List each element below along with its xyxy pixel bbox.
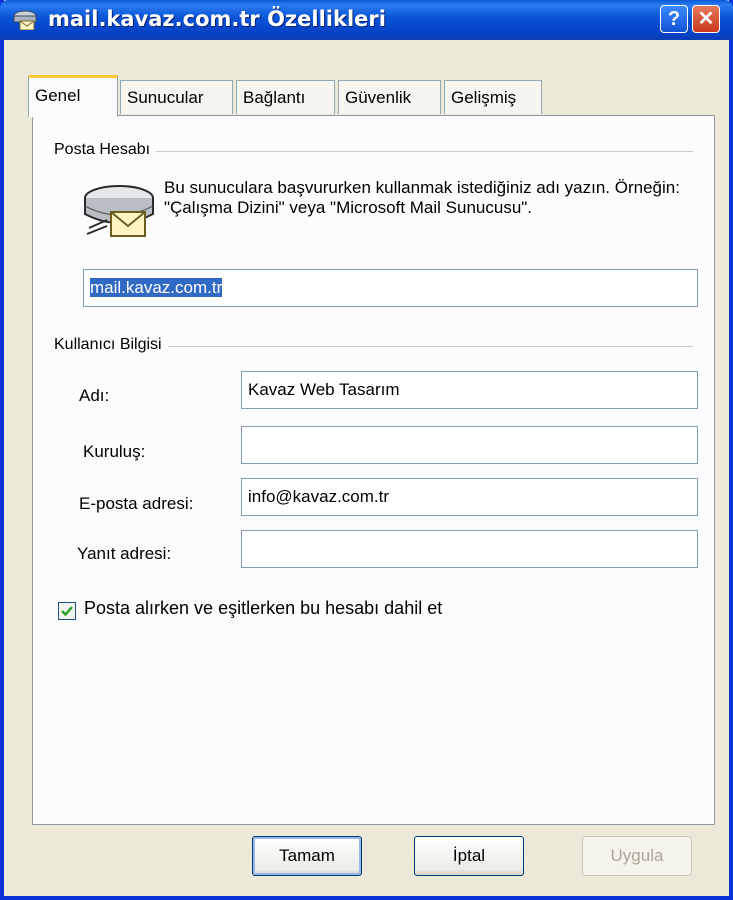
- account-description: Bu sunuculara başvururken kullanmak iste…: [164, 178, 680, 217]
- organization-label: Kuruluş:: [83, 442, 146, 461]
- cancel-button[interactable]: İptal: [414, 836, 524, 876]
- close-button[interactable]: ✕: [692, 5, 720, 33]
- tab-guvenlik[interactable]: Güvenlik: [338, 80, 441, 114]
- name-input[interactable]: Kavaz Web Tasarım: [241, 371, 698, 409]
- tab-panel-genel: Posta Hesabı Bu sunuculara başvururken k…: [32, 115, 715, 825]
- organization-input[interactable]: [241, 426, 698, 464]
- title-bar[interactable]: mail.kavaz.com.tr Özellikleri ? ✕: [0, 0, 733, 40]
- tab-baglanti[interactable]: Bağlantı: [236, 80, 335, 114]
- account-name-value: mail.kavaz.com.tr: [90, 278, 223, 297]
- checkmark-icon: [61, 606, 73, 617]
- group-title-kullanici-bilgisi: Kullanıcı Bilgisi: [54, 336, 168, 354]
- email-label: E-posta adresi:: [79, 494, 194, 513]
- include-account-checkbox[interactable]: [58, 602, 76, 620]
- email-input[interactable]: info@kavaz.com.tr: [241, 478, 698, 516]
- account-name-input[interactable]: mail.kavaz.com.tr: [83, 269, 698, 307]
- tab-sunucular[interactable]: Sunucular: [120, 80, 233, 114]
- tab-genel[interactable]: Genel: [28, 75, 118, 117]
- reply-address-label: Yanıt adresi:: [77, 544, 172, 563]
- properties-dialog: mail.kavaz.com.tr Özellikleri ? ✕ Genel …: [0, 0, 733, 900]
- window-title: mail.kavaz.com.tr Özellikleri: [48, 7, 386, 31]
- mail-server-icon: [84, 185, 154, 237]
- name-label: Adı:: [79, 386, 110, 405]
- tab-gelismis[interactable]: Gelişmiş: [444, 80, 542, 114]
- apply-button[interactable]: Uygula: [582, 836, 692, 876]
- help-button[interactable]: ?: [660, 5, 688, 33]
- mail-account-icon: [13, 10, 37, 30]
- ok-button[interactable]: Tamam: [252, 836, 362, 876]
- include-account-label[interactable]: Posta alırken ve eşitlerken bu hesabı da…: [84, 598, 442, 619]
- group-title-posta-hesabi: Posta Hesabı: [54, 141, 157, 159]
- reply-address-input[interactable]: [241, 530, 698, 568]
